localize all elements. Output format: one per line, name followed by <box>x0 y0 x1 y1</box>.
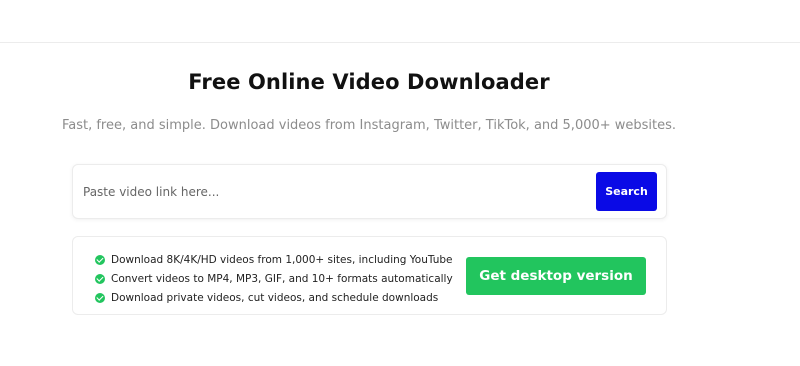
check-circle-icon <box>95 292 105 303</box>
features-box: Download 8K/4K/HD videos from 1,000+ sit… <box>72 236 667 315</box>
feature-list: Download 8K/4K/HD videos from 1,000+ sit… <box>95 250 453 307</box>
check-circle-icon <box>95 273 105 284</box>
feature-item: Download private videos, cut videos, and… <box>95 288 453 307</box>
page: Free Online Video Downloader Fast, free,… <box>0 0 800 366</box>
top-bar <box>0 0 800 43</box>
page-subtitle: Fast, free, and simple. Download videos … <box>61 118 677 133</box>
get-desktop-version-button[interactable]: Get desktop version <box>466 257 646 295</box>
feature-text: Download 8K/4K/HD videos from 1,000+ sit… <box>111 253 453 266</box>
feature-text: Download private videos, cut videos, and… <box>111 291 439 304</box>
page-title: Free Online Video Downloader <box>188 70 550 94</box>
search-button[interactable]: Search <box>596 172 657 211</box>
feature-text: Convert videos to MP4, MP3, GIF, and 10+… <box>111 272 453 285</box>
search-box: Search <box>72 164 667 219</box>
feature-item: Download 8K/4K/HD videos from 1,000+ sit… <box>95 250 453 269</box>
feature-item: Convert videos to MP4, MP3, GIF, and 10+… <box>95 269 453 288</box>
video-link-input[interactable] <box>83 177 583 207</box>
check-circle-icon <box>95 254 105 265</box>
